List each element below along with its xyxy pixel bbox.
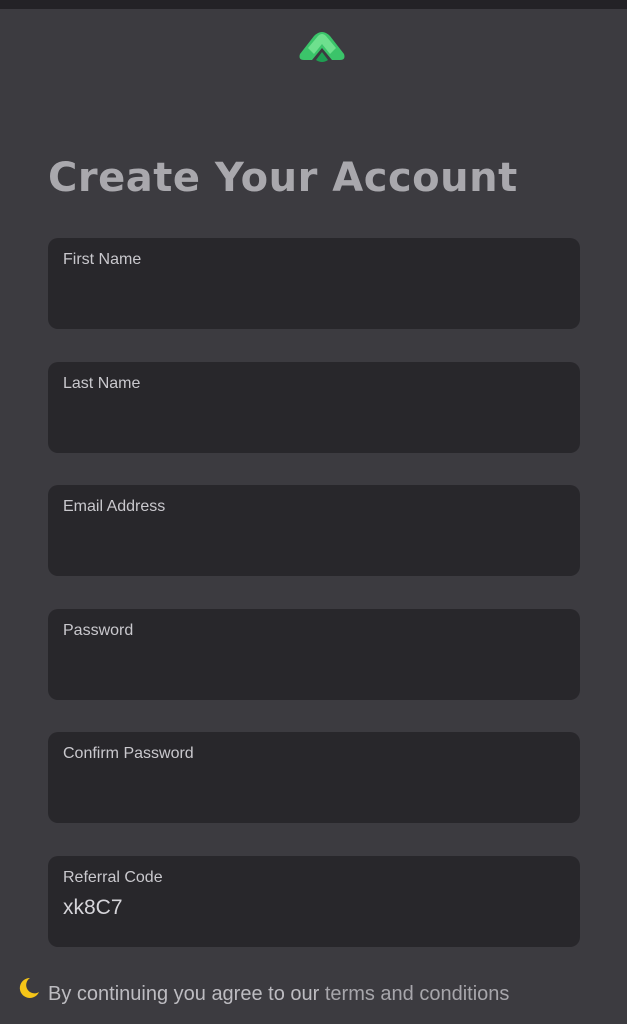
moon-icon[interactable] [15,975,41,1001]
first-name-field[interactable]: First Name [48,238,580,329]
referral-code-field[interactable]: Referral Code [48,856,580,947]
first-name-label: First Name [63,251,142,268]
referral-code-label: Referral Code [63,869,163,886]
password-label: Password [63,622,134,639]
first-name-input[interactable] [63,275,563,305]
last-name-label: Last Name [63,375,141,392]
email-label: Email Address [63,498,166,515]
logo-icon [299,32,345,62]
terms-link[interactable]: terms and conditions [325,983,510,1005]
confirm-password-label: Confirm Password [63,745,194,762]
password-field[interactable]: Password [48,609,580,700]
status-bar [0,0,627,9]
email-input[interactable] [63,522,563,552]
page-title: Create Your Account [48,155,518,201]
password-input[interactable] [63,646,563,676]
last-name-input[interactable] [63,399,563,429]
referral-code-input[interactable] [63,893,563,923]
confirm-password-input[interactable] [63,769,563,799]
confirm-password-field[interactable]: Confirm Password [48,732,580,823]
email-field[interactable]: Email Address [48,485,580,576]
terms-agreement: By continuing you agree to our terms and… [48,983,509,1006]
terms-agreement-text: By continuing you agree to our [48,983,325,1005]
last-name-field[interactable]: Last Name [48,362,580,453]
